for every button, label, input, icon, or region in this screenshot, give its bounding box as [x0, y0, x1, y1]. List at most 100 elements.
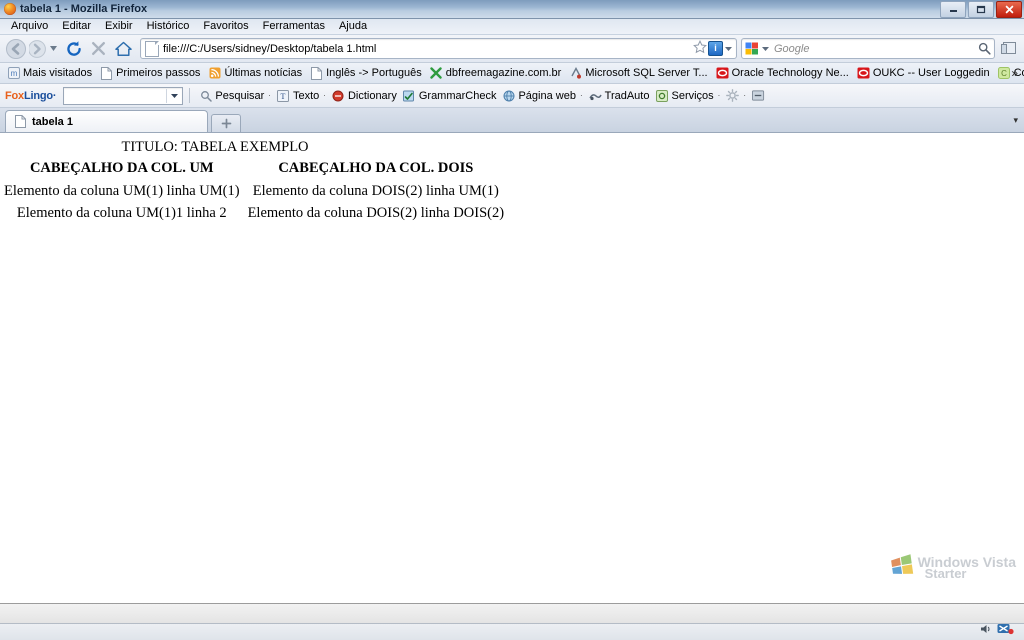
search-icon[interactable] [976, 42, 992, 55]
foxlingo-dictionary-button[interactable]: Dictionary [329, 89, 400, 102]
example-table: CABEÇALHO DA COL. UM CABEÇALHO DA COL. D… [0, 159, 508, 225]
home-button[interactable] [111, 38, 136, 60]
toolbar-separator [189, 88, 191, 103]
foxlingo-toolbar: FoxLingo· Pesquisar · T Texto · Dictiona… [0, 84, 1024, 108]
bookmark-ultimas-noticias[interactable]: Últimas notícias [205, 65, 307, 82]
foxlingo-item-label: Serviços [671, 89, 714, 102]
close-button[interactable] [996, 1, 1022, 18]
feed-icon [208, 67, 221, 80]
table-row: Elemento da coluna UM(1) linha UM(1) Ele… [0, 181, 508, 203]
table-cell: Elemento da coluna UM(1)1 linha 2 [16, 205, 227, 221]
nav-buttons-group [4, 38, 59, 60]
bookmark-oukc-user-loggedin[interactable]: OUKC -- User Loggedin [854, 65, 995, 82]
menu-item-ajuda[interactable]: Ajuda [332, 19, 374, 34]
caret-icon: · [743, 91, 747, 100]
menu-item-exibir[interactable]: Exibir [98, 19, 140, 34]
table-cell: Elemento da coluna DOIS(2) linha UM(1) [252, 183, 499, 199]
firefox-logo-icon [4, 3, 16, 15]
page-icon [100, 66, 113, 80]
bookmark-label: Inglês -> Português [326, 67, 422, 79]
svg-text:m: m [10, 69, 17, 78]
foxlingo-pagina-web-button[interactable]: Página web · [499, 89, 585, 102]
page-content: TITULO: TABELA EXEMPLO CABEÇALHO DA COL.… [0, 133, 1024, 603]
bookmark-label: Últimas notícias [224, 67, 303, 79]
oracle-icon [716, 67, 729, 80]
search-engine-dropdown-icon[interactable] [761, 46, 770, 51]
bookmark-label: OUKC -- User Loggedin [872, 67, 990, 79]
bookmark-ingles-portugues[interactable]: Inglês -> Português [307, 65, 427, 82]
url-dropdown-icon[interactable] [724, 46, 733, 51]
foxlingo-grammarcheck-button[interactable]: GrammarCheck [400, 89, 500, 102]
bookmarks-overflow-icon[interactable]: » [1011, 67, 1018, 79]
bookmark-mais-visitados[interactable]: m Mais visitados [4, 65, 97, 82]
chevron-down-icon[interactable] [166, 88, 182, 103]
foxlingo-item-label: TradAuto [604, 89, 650, 102]
caret-icon: · [323, 91, 326, 100]
foxlingo-settings-button[interactable]: · [723, 89, 749, 102]
text-icon: T [277, 89, 290, 102]
menu-item-ferramentas[interactable]: Ferramentas [256, 19, 332, 34]
foxlingo-pesquisar-button[interactable]: Pesquisar · [196, 89, 274, 102]
back-button[interactable] [4, 38, 29, 60]
bookmark-label: Oracle Technology Ne... [731, 67, 849, 79]
identity-badge-icon[interactable]: i [708, 41, 723, 56]
caret-icon: · [717, 91, 721, 100]
bookmarks-bar: m Mais visitados Primeiros passos Última… [0, 63, 1024, 84]
page-icon [310, 66, 323, 80]
table-caption: TITULO: TABELA EXEMPLO [121, 139, 309, 155]
bookmark-primeiros-passos[interactable]: Primeiros passos [97, 65, 205, 82]
html-document: TITULO: TABELA EXEMPLO CABEÇALHO DA COL.… [0, 133, 1024, 225]
search-bar[interactable]: Google [741, 38, 995, 59]
firefox-window: tabela 1 - Mozilla Firefox Arquivo Edita… [0, 0, 1024, 640]
sidebar-toggle-button[interactable] [998, 38, 1020, 59]
menu-item-editar[interactable]: Editar [55, 19, 98, 34]
foxlingo-collapse-button[interactable] [749, 89, 768, 102]
stop-button[interactable] [86, 38, 111, 60]
foxlingo-servicos-button[interactable]: Serviços · [652, 89, 723, 102]
bookmark-label: Microsoft SQL Server T... [585, 67, 708, 79]
window-controls [940, 1, 1022, 18]
windows-logo-icon [889, 554, 915, 581]
green-x-icon [430, 67, 443, 80]
sql-server-icon [569, 67, 582, 80]
watermark-text: Windows Vista Starter [918, 555, 1016, 580]
navigation-toolbar: file:///C:/Users/sidney/Desktop/tabela 1… [0, 35, 1024, 63]
window-title: tabela 1 - Mozilla Firefox [20, 3, 148, 15]
list-all-tabs-icon[interactable]: ▾ [1013, 115, 1018, 126]
menu-item-historico[interactable]: Histórico [140, 19, 197, 34]
windows-watermark: Windows Vista Starter [889, 554, 1016, 581]
maximize-button[interactable] [968, 1, 994, 18]
foxlingo-tradauto-button[interactable]: TradAuto [586, 89, 653, 102]
google-icon[interactable] [745, 42, 759, 55]
forward-button[interactable] [29, 38, 48, 60]
url-bar[interactable]: file:///C:/Users/sidney/Desktop/tabela 1… [140, 38, 737, 59]
reload-button[interactable] [61, 38, 86, 60]
foxlingo-logo[interactable]: FoxLingo· [5, 90, 57, 102]
url-text: file:///C:/Users/sidney/Desktop/tabela 1… [163, 42, 377, 55]
history-dropdown-icon[interactable] [48, 46, 59, 51]
taskbar [0, 623, 1024, 640]
oracle-icon [857, 67, 870, 80]
foxlingo-language-combo[interactable] [63, 86, 184, 105]
most-visited-icon: m [7, 67, 20, 80]
tradauto-icon [588, 89, 602, 102]
menu-item-arquivo[interactable]: Arquivo [4, 19, 55, 34]
bookmark-oracle-technology[interactable]: Oracle Technology Ne... [713, 65, 854, 82]
bookmark-conjuga-me[interactable]: C Conjuga-me - Conjug... [995, 65, 1024, 82]
search-input[interactable]: Google [770, 43, 976, 55]
bookmark-star-icon[interactable] [693, 40, 707, 57]
new-tab-button[interactable] [211, 114, 241, 132]
foxlingo-texto-button[interactable]: T Texto · [274, 89, 329, 102]
minimize-button[interactable] [940, 1, 966, 18]
svg-text:C: C [1001, 69, 1007, 78]
table-body: Elemento da coluna UM(1) linha UM(1) Ele… [0, 181, 508, 225]
menu-item-favoritos[interactable]: Favoritos [196, 19, 255, 34]
speaker-icon[interactable] [980, 623, 993, 638]
bookmark-dbfreemagazine[interactable]: dbfreemagazine.com.br [427, 65, 567, 82]
tab-label: tabela 1 [32, 115, 73, 128]
foxlingo-item-label: Página web [518, 89, 576, 102]
tab-tabela-1[interactable]: tabela 1 [5, 110, 208, 132]
tab-strip: tabela 1 ▾ [0, 108, 1024, 133]
network-icon[interactable] [997, 623, 1014, 638]
bookmark-microsoft-sql-server[interactable]: Microsoft SQL Server T... [566, 65, 712, 82]
